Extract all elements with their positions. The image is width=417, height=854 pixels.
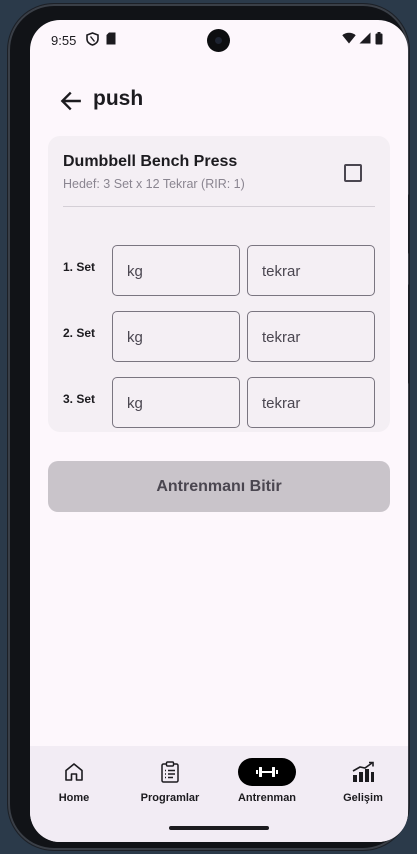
set-row: 1. Set kg tekrar [48, 245, 390, 297]
page-title: push [93, 87, 144, 110]
nav-icon-container [334, 758, 392, 786]
front-camera [207, 29, 230, 52]
sim-card-icon [106, 32, 116, 45]
kg-placeholder: kg [127, 263, 143, 280]
nav-active-indicator [238, 758, 296, 786]
clipboard-icon [161, 761, 179, 783]
dumbbell-icon [256, 767, 278, 777]
battery-icon [375, 32, 383, 45]
set-label: 1. Set [63, 260, 96, 274]
kg-input[interactable]: kg [112, 245, 240, 296]
back-arrow-icon[interactable] [58, 88, 84, 114]
kg-input[interactable]: kg [112, 377, 240, 428]
exercise-card: Dumbbell Bench Press Hedef: 3 Set x 12 T… [48, 136, 390, 432]
set-label: 2. Set [63, 326, 96, 340]
signal-icon [359, 32, 371, 44]
bar-chart-icon [352, 761, 374, 782]
reps-input[interactable]: tekrar [247, 377, 375, 428]
kg-input[interactable]: kg [112, 311, 240, 362]
exercise-name: Dumbbell Bench Press [63, 153, 238, 170]
nav-item-progress[interactable]: Gelişim [318, 746, 408, 810]
nav-label: Antrenman [237, 792, 297, 804]
set-row: 3. Set kg tekrar [48, 377, 390, 429]
reps-placeholder: tekrar [262, 329, 301, 346]
gesture-handle[interactable] [169, 826, 269, 830]
exercise-target: Hedef: 3 Set x 12 Tekrar (RIR: 1) [63, 177, 245, 191]
home-icon [65, 763, 83, 781]
nav-label: Home [58, 792, 90, 804]
phone-frame: 9:55 push Dumbbell Bench Press Hedef: 3 … [8, 4, 409, 850]
app-bar: push [30, 80, 408, 122]
status-time: 9:55 [51, 33, 77, 48]
nav-item-home[interactable]: Home [30, 746, 119, 810]
wifi-icon [342, 32, 356, 44]
reps-input[interactable]: tekrar [247, 311, 375, 362]
kg-placeholder: kg [127, 329, 143, 346]
nav-item-workout[interactable]: Antrenman [222, 746, 312, 810]
nav-icon-container [141, 758, 199, 786]
nav-item-programs[interactable]: Programlar [125, 746, 215, 810]
app-screen: 9:55 push Dumbbell Bench Press Hedef: 3 … [30, 20, 408, 842]
nav-label: Gelişim [343, 792, 383, 804]
nav-icon-container [45, 758, 103, 786]
kg-placeholder: kg [127, 395, 143, 412]
set-label: 3. Set [63, 392, 96, 406]
exercise-complete-checkbox[interactable] [344, 164, 362, 182]
reps-input[interactable]: tekrar [247, 245, 375, 296]
shield-icon [86, 32, 99, 46]
finish-workout-button[interactable]: Antrenmanı Bitir [48, 461, 390, 512]
reps-placeholder: tekrar [262, 395, 301, 412]
status-bar: 9:55 [30, 20, 408, 60]
nav-label: Programlar [140, 792, 200, 804]
divider [63, 206, 375, 207]
set-row: 2. Set kg tekrar [48, 311, 390, 363]
reps-placeholder: tekrar [262, 263, 301, 280]
finish-workout-label: Antrenmanı Bitir [156, 477, 282, 495]
